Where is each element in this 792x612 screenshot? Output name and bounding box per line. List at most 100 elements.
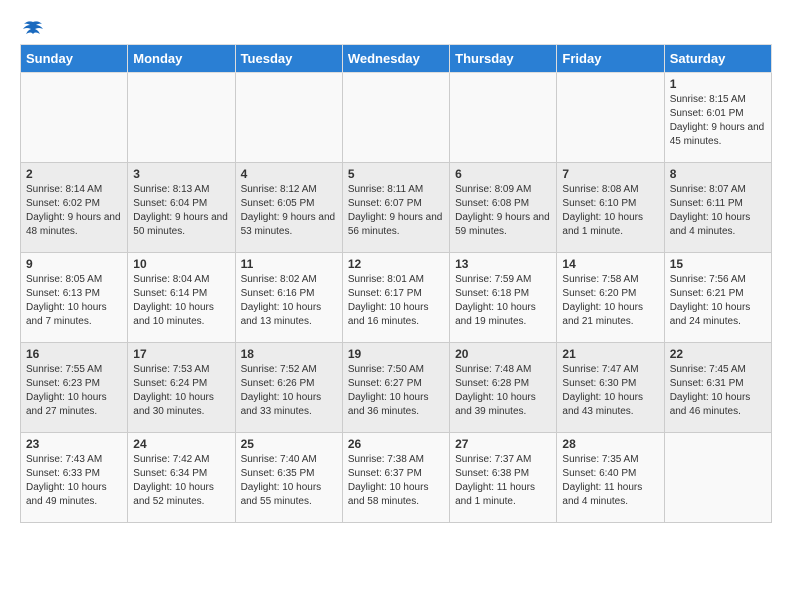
day-number: 8 bbox=[670, 167, 766, 181]
calendar-cell: 18 Sunrise: 7:52 AM Sunset: 6:26 PM Dayli… bbox=[235, 343, 342, 433]
day-number: 13 bbox=[455, 257, 551, 271]
day-number: 10 bbox=[133, 257, 229, 271]
day-info: Sunrise: 7:52 AM Sunset: 6:26 PM Dayligh… bbox=[241, 363, 337, 419]
logo-bird-icon bbox=[22, 20, 44, 38]
day-number: 6 bbox=[455, 167, 551, 181]
calendar-cell: 4Sunrise: 8:12 AM Sunset: 6:05 PM Daylig… bbox=[235, 163, 342, 253]
day-header-friday: Friday bbox=[557, 45, 664, 73]
day-number: 18 bbox=[241, 347, 337, 361]
day-header-thursday: Thursday bbox=[450, 45, 557, 73]
day-info: Sunrise: 7:42 AM Sunset: 6:34 PM Dayligh… bbox=[133, 453, 229, 509]
day-number: 14 bbox=[562, 257, 658, 271]
calendar-cell: 22 Sunrise: 7:45 AM Sunset: 6:31 PM Dayli… bbox=[664, 343, 771, 433]
day-number: 9 bbox=[26, 257, 122, 271]
day-number: 27 bbox=[455, 437, 551, 451]
day-info: Sunrise: 7:50 AM Sunset: 6:27 PM Dayligh… bbox=[348, 363, 444, 419]
day-number: 12 bbox=[348, 257, 444, 271]
day-info: Sunrise: 8:01 AM Sunset: 6:17 PM Dayligh… bbox=[348, 273, 444, 329]
calendar-cell: 13 Sunrise: 7:59 AM Sunset: 6:18 PM Dayli… bbox=[450, 253, 557, 343]
day-number: 5 bbox=[348, 167, 444, 181]
week-row-5: 23Sunrise: 7:43 AM Sunset: 6:33 PM Dayli… bbox=[21, 433, 772, 523]
calendar-cell: 6 Sunrise: 8:09 AM Sunset: 6:08 PM Daylig… bbox=[450, 163, 557, 253]
calendar-cell: 15 Sunrise: 7:56 AM Sunset: 6:21 PM Dayli… bbox=[664, 253, 771, 343]
day-info: Sunrise: 8:13 AM Sunset: 6:04 PM Dayligh… bbox=[133, 183, 229, 239]
day-number: 15 bbox=[670, 257, 766, 271]
calendar-cell: 28 Sunrise: 7:35 AM Sunset: 6:40 PM Dayli… bbox=[557, 433, 664, 523]
logo bbox=[20, 20, 44, 34]
day-info: Sunrise: 7:56 AM Sunset: 6:21 PM Dayligh… bbox=[670, 273, 766, 329]
week-row-3: 9 Sunrise: 8:05 AM Sunset: 6:13 PM Daylig… bbox=[21, 253, 772, 343]
calendar-cell: 23Sunrise: 7:43 AM Sunset: 6:33 PM Dayli… bbox=[21, 433, 128, 523]
day-number: 22 bbox=[670, 347, 766, 361]
day-number: 16 bbox=[26, 347, 122, 361]
week-row-1: 1Sunrise: 8:15 AM Sunset: 6:01 PM Daylig… bbox=[21, 73, 772, 163]
calendar-cell: 9 Sunrise: 8:05 AM Sunset: 6:13 PM Daylig… bbox=[21, 253, 128, 343]
calendar-cell: 20 Sunrise: 7:48 AM Sunset: 6:28 PM Dayli… bbox=[450, 343, 557, 433]
day-info: Sunrise: 7:37 AM Sunset: 6:38 PM Dayligh… bbox=[455, 453, 551, 509]
calendar-table: SundayMondayTuesdayWednesdayThursdayFrid… bbox=[20, 44, 772, 523]
day-number: 11 bbox=[241, 257, 337, 271]
calendar-cell: 24 Sunrise: 7:42 AM Sunset: 6:34 PM Dayli… bbox=[128, 433, 235, 523]
calendar-cell bbox=[450, 73, 557, 163]
week-row-2: 2Sunrise: 8:14 AM Sunset: 6:02 PM Daylig… bbox=[21, 163, 772, 253]
day-info: Sunrise: 7:38 AM Sunset: 6:37 PM Dayligh… bbox=[348, 453, 444, 509]
calendar-cell: 11 Sunrise: 8:02 AM Sunset: 6:16 PM Dayli… bbox=[235, 253, 342, 343]
day-number: 25 bbox=[241, 437, 337, 451]
day-info: Sunrise: 8:05 AM Sunset: 6:13 PM Dayligh… bbox=[26, 273, 122, 329]
day-info: Sunrise: 8:04 AM Sunset: 6:14 PM Dayligh… bbox=[133, 273, 229, 329]
day-header-monday: Monday bbox=[128, 45, 235, 73]
day-number: 26 bbox=[348, 437, 444, 451]
calendar-cell: 21 Sunrise: 7:47 AM Sunset: 6:30 PM Dayli… bbox=[557, 343, 664, 433]
calendar-cell bbox=[557, 73, 664, 163]
day-info: Sunrise: 7:45 AM Sunset: 6:31 PM Dayligh… bbox=[670, 363, 766, 419]
day-info: Sunrise: 7:43 AM Sunset: 6:33 PM Dayligh… bbox=[26, 453, 122, 509]
day-number: 20 bbox=[455, 347, 551, 361]
day-info: Sunrise: 7:48 AM Sunset: 6:28 PM Dayligh… bbox=[455, 363, 551, 419]
day-info: Sunrise: 7:35 AM Sunset: 6:40 PM Dayligh… bbox=[562, 453, 658, 509]
calendar-cell: 26 Sunrise: 7:38 AM Sunset: 6:37 PM Dayli… bbox=[342, 433, 449, 523]
day-number: 28 bbox=[562, 437, 658, 451]
calendar-cell bbox=[21, 73, 128, 163]
day-info: Sunrise: 8:09 AM Sunset: 6:08 PM Dayligh… bbox=[455, 183, 551, 239]
day-header-wednesday: Wednesday bbox=[342, 45, 449, 73]
day-info: Sunrise: 7:40 AM Sunset: 6:35 PM Dayligh… bbox=[241, 453, 337, 509]
calendar-cell: 19 Sunrise: 7:50 AM Sunset: 6:27 PM Dayli… bbox=[342, 343, 449, 433]
day-number: 17 bbox=[133, 347, 229, 361]
day-info: Sunrise: 8:08 AM Sunset: 6:10 PM Dayligh… bbox=[562, 183, 658, 239]
day-info: Sunrise: 7:55 AM Sunset: 6:23 PM Dayligh… bbox=[26, 363, 122, 419]
day-number: 4 bbox=[241, 167, 337, 181]
calendar-cell: 10 Sunrise: 8:04 AM Sunset: 6:14 PM Dayli… bbox=[128, 253, 235, 343]
day-info: Sunrise: 8:14 AM Sunset: 6:02 PM Dayligh… bbox=[26, 183, 122, 239]
calendar-cell bbox=[664, 433, 771, 523]
calendar-cell: 25 Sunrise: 7:40 AM Sunset: 6:35 PM Dayli… bbox=[235, 433, 342, 523]
calendar-cell: 7 Sunrise: 8:08 AM Sunset: 6:10 PM Daylig… bbox=[557, 163, 664, 253]
day-number: 24 bbox=[133, 437, 229, 451]
day-info: Sunrise: 7:47 AM Sunset: 6:30 PM Dayligh… bbox=[562, 363, 658, 419]
day-number: 3 bbox=[133, 167, 229, 181]
calendar-cell: 5 Sunrise: 8:11 AM Sunset: 6:07 PM Daylig… bbox=[342, 163, 449, 253]
calendar-cell: 12 Sunrise: 8:01 AM Sunset: 6:17 PM Dayli… bbox=[342, 253, 449, 343]
calendar-cell bbox=[342, 73, 449, 163]
calendar-cell: 8 Sunrise: 8:07 AM Sunset: 6:11 PM Daylig… bbox=[664, 163, 771, 253]
calendar-cell: 17Sunrise: 7:53 AM Sunset: 6:24 PM Dayli… bbox=[128, 343, 235, 433]
header-row: SundayMondayTuesdayWednesdayThursdayFrid… bbox=[21, 45, 772, 73]
day-info: Sunrise: 8:15 AM Sunset: 6:01 PM Dayligh… bbox=[670, 93, 766, 149]
calendar-cell: 16 Sunrise: 7:55 AM Sunset: 6:23 PM Dayli… bbox=[21, 343, 128, 433]
calendar-cell: 3 Sunrise: 8:13 AM Sunset: 6:04 PM Daylig… bbox=[128, 163, 235, 253]
day-header-sunday: Sunday bbox=[21, 45, 128, 73]
day-number: 21 bbox=[562, 347, 658, 361]
day-info: Sunrise: 8:02 AM Sunset: 6:16 PM Dayligh… bbox=[241, 273, 337, 329]
page-header bbox=[20, 20, 772, 34]
week-row-4: 16 Sunrise: 7:55 AM Sunset: 6:23 PM Dayli… bbox=[21, 343, 772, 433]
day-info: Sunrise: 7:58 AM Sunset: 6:20 PM Dayligh… bbox=[562, 273, 658, 329]
day-info: Sunrise: 8:07 AM Sunset: 6:11 PM Dayligh… bbox=[670, 183, 766, 239]
calendar-cell bbox=[128, 73, 235, 163]
day-number: 7 bbox=[562, 167, 658, 181]
calendar-cell: 2Sunrise: 8:14 AM Sunset: 6:02 PM Daylig… bbox=[21, 163, 128, 253]
calendar-cell bbox=[235, 73, 342, 163]
day-header-tuesday: Tuesday bbox=[235, 45, 342, 73]
day-number: 19 bbox=[348, 347, 444, 361]
day-header-saturday: Saturday bbox=[664, 45, 771, 73]
day-info: Sunrise: 7:59 AM Sunset: 6:18 PM Dayligh… bbox=[455, 273, 551, 329]
day-info: Sunrise: 8:11 AM Sunset: 6:07 PM Dayligh… bbox=[348, 183, 444, 239]
